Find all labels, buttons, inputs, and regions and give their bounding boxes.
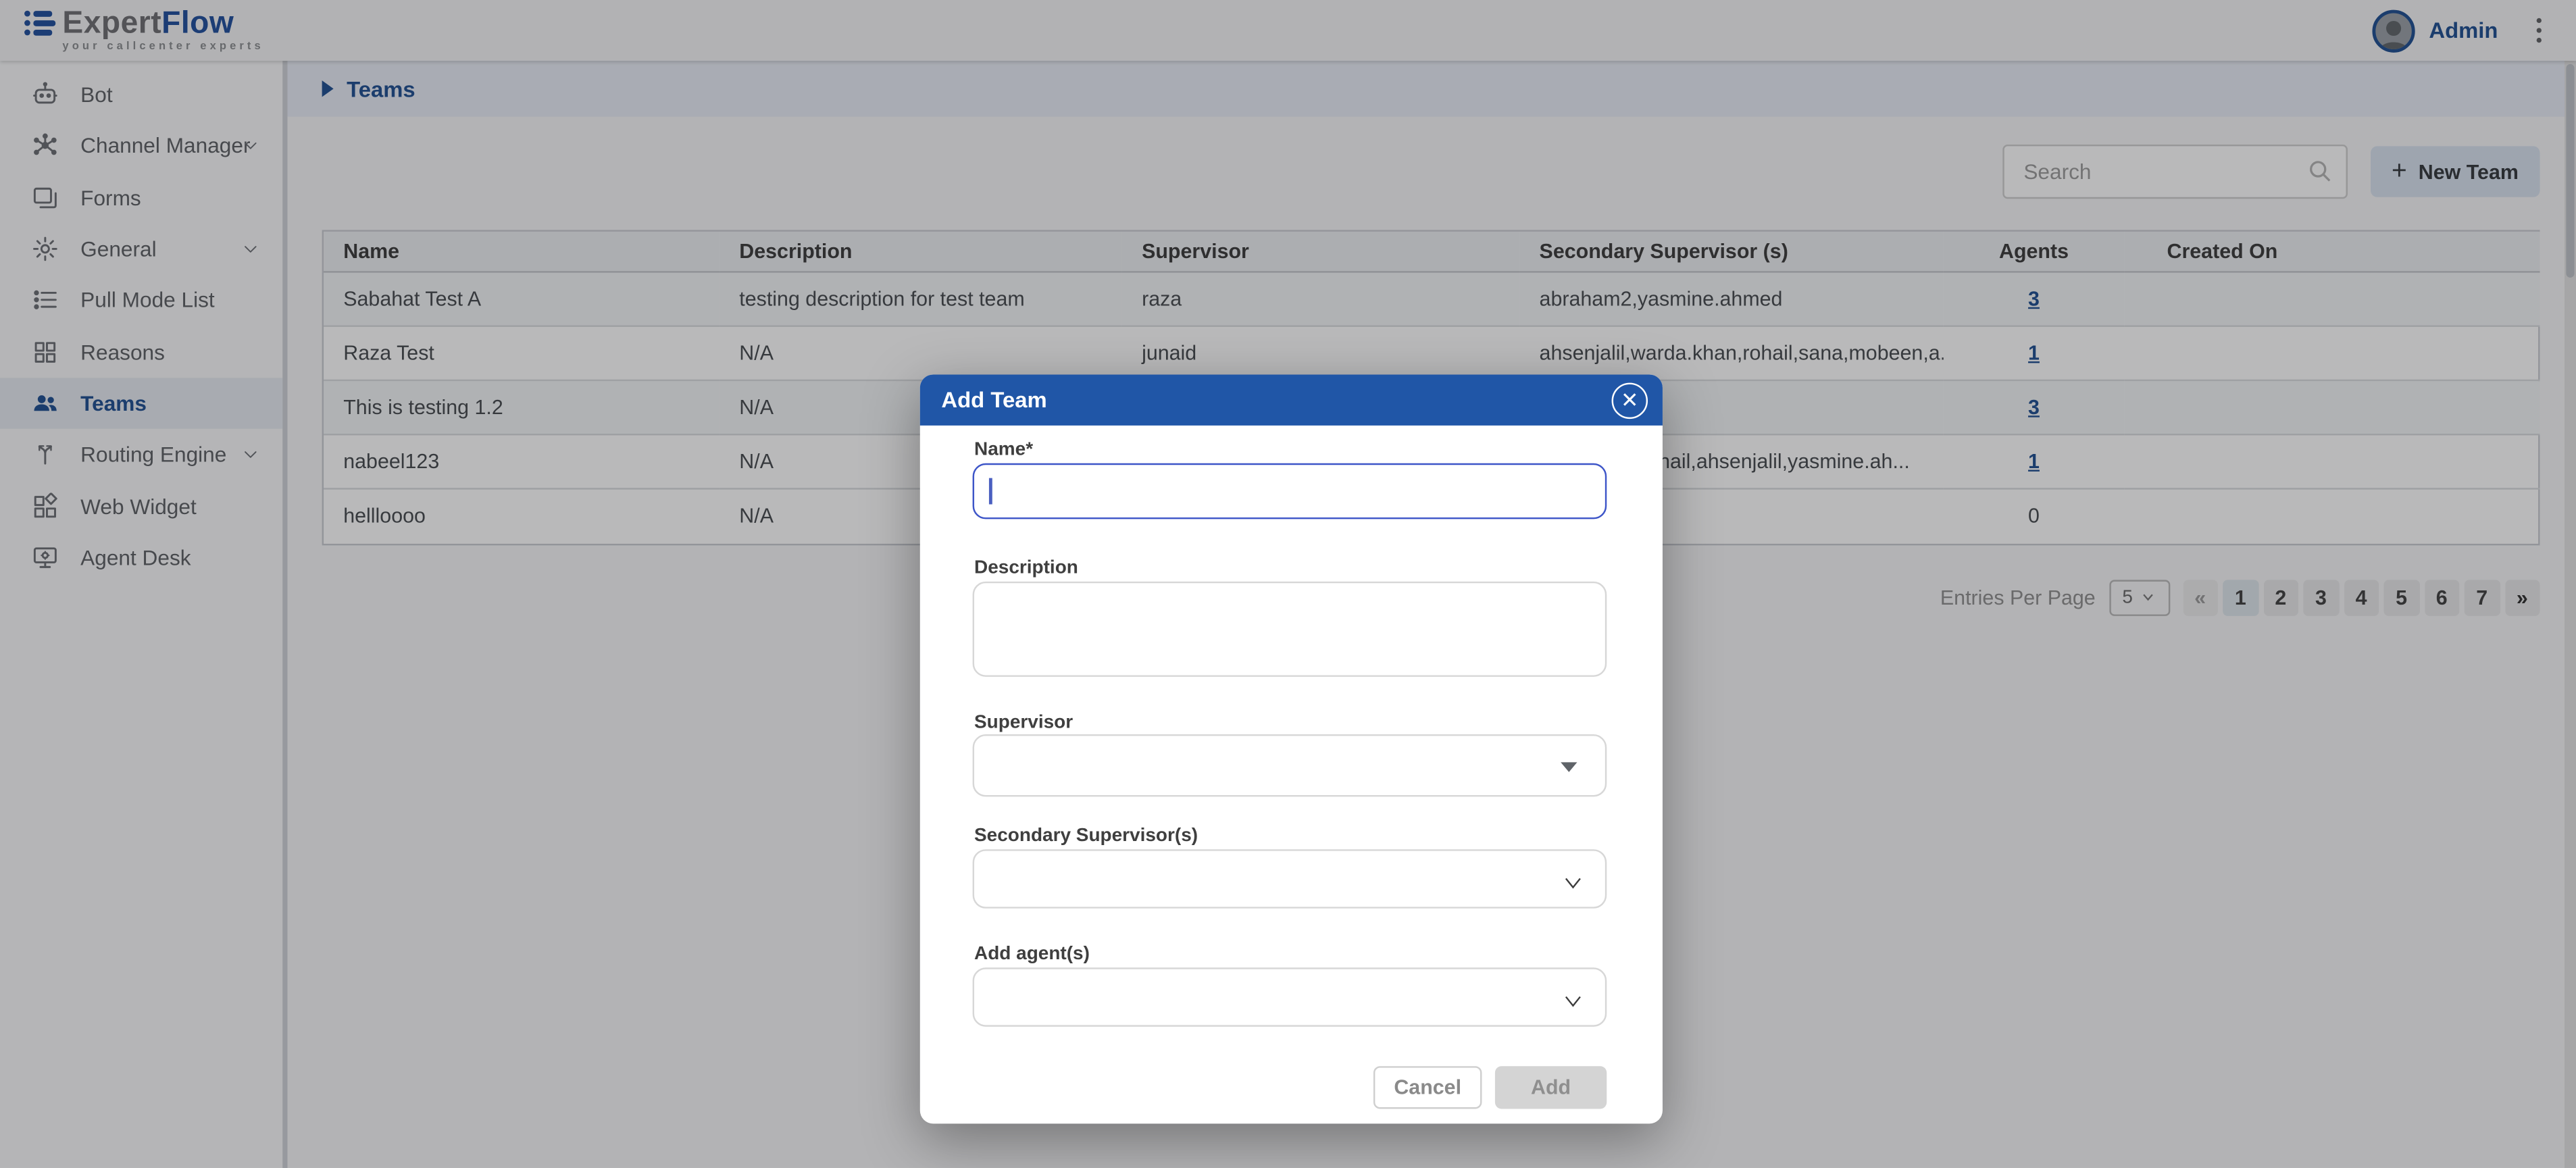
chevron-down-icon xyxy=(1563,872,1584,894)
add-agents-label: Add agent(s) xyxy=(974,944,1090,964)
add-button[interactable]: Add xyxy=(1495,1066,1607,1109)
cancel-button[interactable]: Cancel xyxy=(1373,1066,1482,1109)
dropdown-arrow-icon xyxy=(1561,762,1577,772)
team-description-textarea[interactable] xyxy=(973,582,1607,677)
modal-title: Add Team xyxy=(941,388,1046,412)
secondary-supervisor-label: Secondary Supervisor(s) xyxy=(974,826,1198,846)
supervisor-select[interactable] xyxy=(973,734,1607,796)
supervisor-label: Supervisor xyxy=(974,713,1073,732)
add-team-modal: Add Team ✕ Name* Description Supervisor … xyxy=(920,374,1663,1123)
modal-header: Add Team ✕ xyxy=(920,374,1663,425)
close-icon[interactable]: ✕ xyxy=(1612,382,1648,417)
app-viewport: ExpertFlow your callcenter experts Admin… xyxy=(0,0,2576,1168)
name-label: Name* xyxy=(974,440,1033,460)
team-name-input[interactable] xyxy=(973,463,1607,519)
add-agents-select[interactable] xyxy=(973,967,1607,1027)
text-caret xyxy=(989,478,992,505)
modal-footer: Cancel Add xyxy=(1373,1066,1607,1109)
description-label: Description xyxy=(974,559,1078,578)
chevron-down-icon xyxy=(1563,990,1584,1012)
secondary-supervisor-select[interactable] xyxy=(973,849,1607,909)
